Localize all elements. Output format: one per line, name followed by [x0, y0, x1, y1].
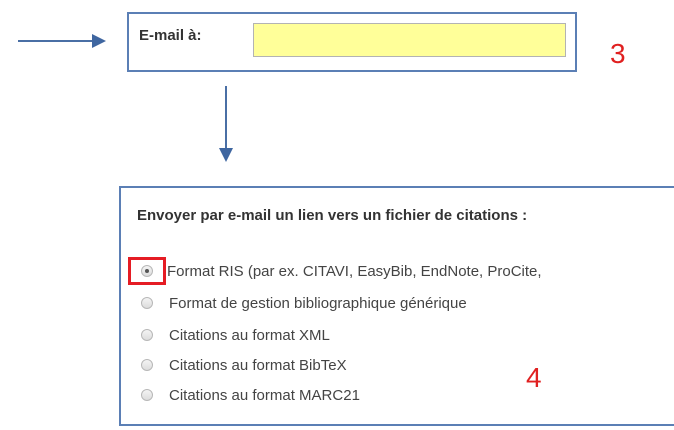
email-input[interactable]: [253, 23, 566, 57]
option-xml-label: Citations au format XML: [169, 326, 330, 344]
citation-format-heading: Envoyer par e-mail un lien vers un fichi…: [137, 207, 528, 224]
radio-ris[interactable]: [141, 265, 153, 277]
citation-format-panel: Envoyer par e-mail un lien vers un fichi…: [119, 186, 674, 426]
option-marc21-label: Citations au format MARC21: [169, 386, 360, 404]
option-bibtex-label: Citations au format BibTeX: [169, 356, 347, 374]
option-ris[interactable]: Format RIS (par ex. CITAVI, EasyBib, End…: [141, 260, 542, 282]
option-ris-label: Format RIS (par ex. CITAVI, EasyBib, End…: [167, 262, 542, 280]
arrow-right-icon: [18, 34, 106, 48]
option-generic-label: Format de gestion bibliographique généri…: [169, 294, 467, 312]
email-label: E-mail à:: [139, 27, 202, 44]
option-xml[interactable]: Citations au format XML: [141, 324, 330, 346]
arrow-down-icon: [219, 86, 233, 162]
radio-bibtex[interactable]: [141, 359, 153, 371]
option-bibtex[interactable]: Citations au format BibTeX: [141, 354, 347, 376]
option-marc21[interactable]: Citations au format MARC21: [141, 384, 360, 406]
radio-xml[interactable]: [141, 329, 153, 341]
email-panel: E-mail à:: [127, 12, 577, 72]
option-generic[interactable]: Format de gestion bibliographique généri…: [141, 292, 467, 314]
step-3-marker: 3: [610, 38, 626, 69]
step-4-marker: 4: [526, 362, 542, 393]
radio-generic[interactable]: [141, 297, 153, 309]
radio-marc21[interactable]: [141, 389, 153, 401]
